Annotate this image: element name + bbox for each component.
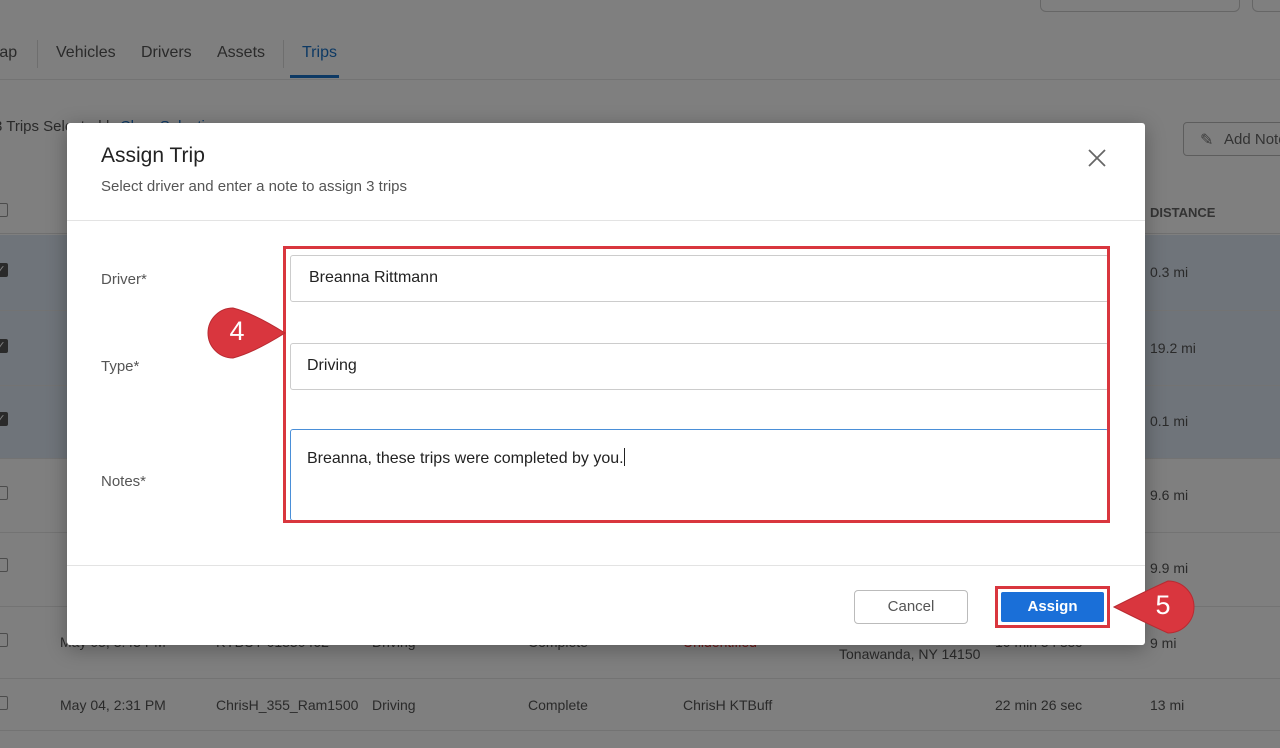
dialog-footer: Cancel Assign <box>67 565 1145 645</box>
dialog-header: Assign Trip Select driver and enter a no… <box>67 123 1145 221</box>
text-cursor <box>623 448 625 466</box>
dialog-subtitle: Select driver and enter a note to assign… <box>101 178 408 195</box>
step-5-callout: 5 <box>1110 577 1200 637</box>
assign-highlight-box: Assign <box>995 586 1110 628</box>
step-5-number: 5 <box>1155 590 1171 620</box>
dialog-title: Assign Trip <box>101 144 205 167</box>
step-4-number: 4 <box>229 316 245 346</box>
type-select[interactable]: Driving <box>290 343 1109 390</box>
notes-label: Notes* <box>101 473 147 490</box>
type-label: Type* <box>101 358 140 375</box>
notes-text: Breanna, these trips were completed by y… <box>307 450 624 467</box>
driver-label: Driver* <box>101 271 147 288</box>
step-4-callout: 4 <box>203 303 293 363</box>
notes-textarea[interactable]: Breanna, these trips were completed by y… <box>290 429 1109 521</box>
cancel-button[interactable]: Cancel <box>854 590 968 624</box>
assign-button[interactable]: Assign <box>1001 592 1104 622</box>
assign-trip-dialog: Assign Trip Select driver and enter a no… <box>67 123 1145 645</box>
close-icon[interactable] <box>1083 144 1111 172</box>
driver-select[interactable]: Breanna Rittmann <box>290 255 1109 302</box>
